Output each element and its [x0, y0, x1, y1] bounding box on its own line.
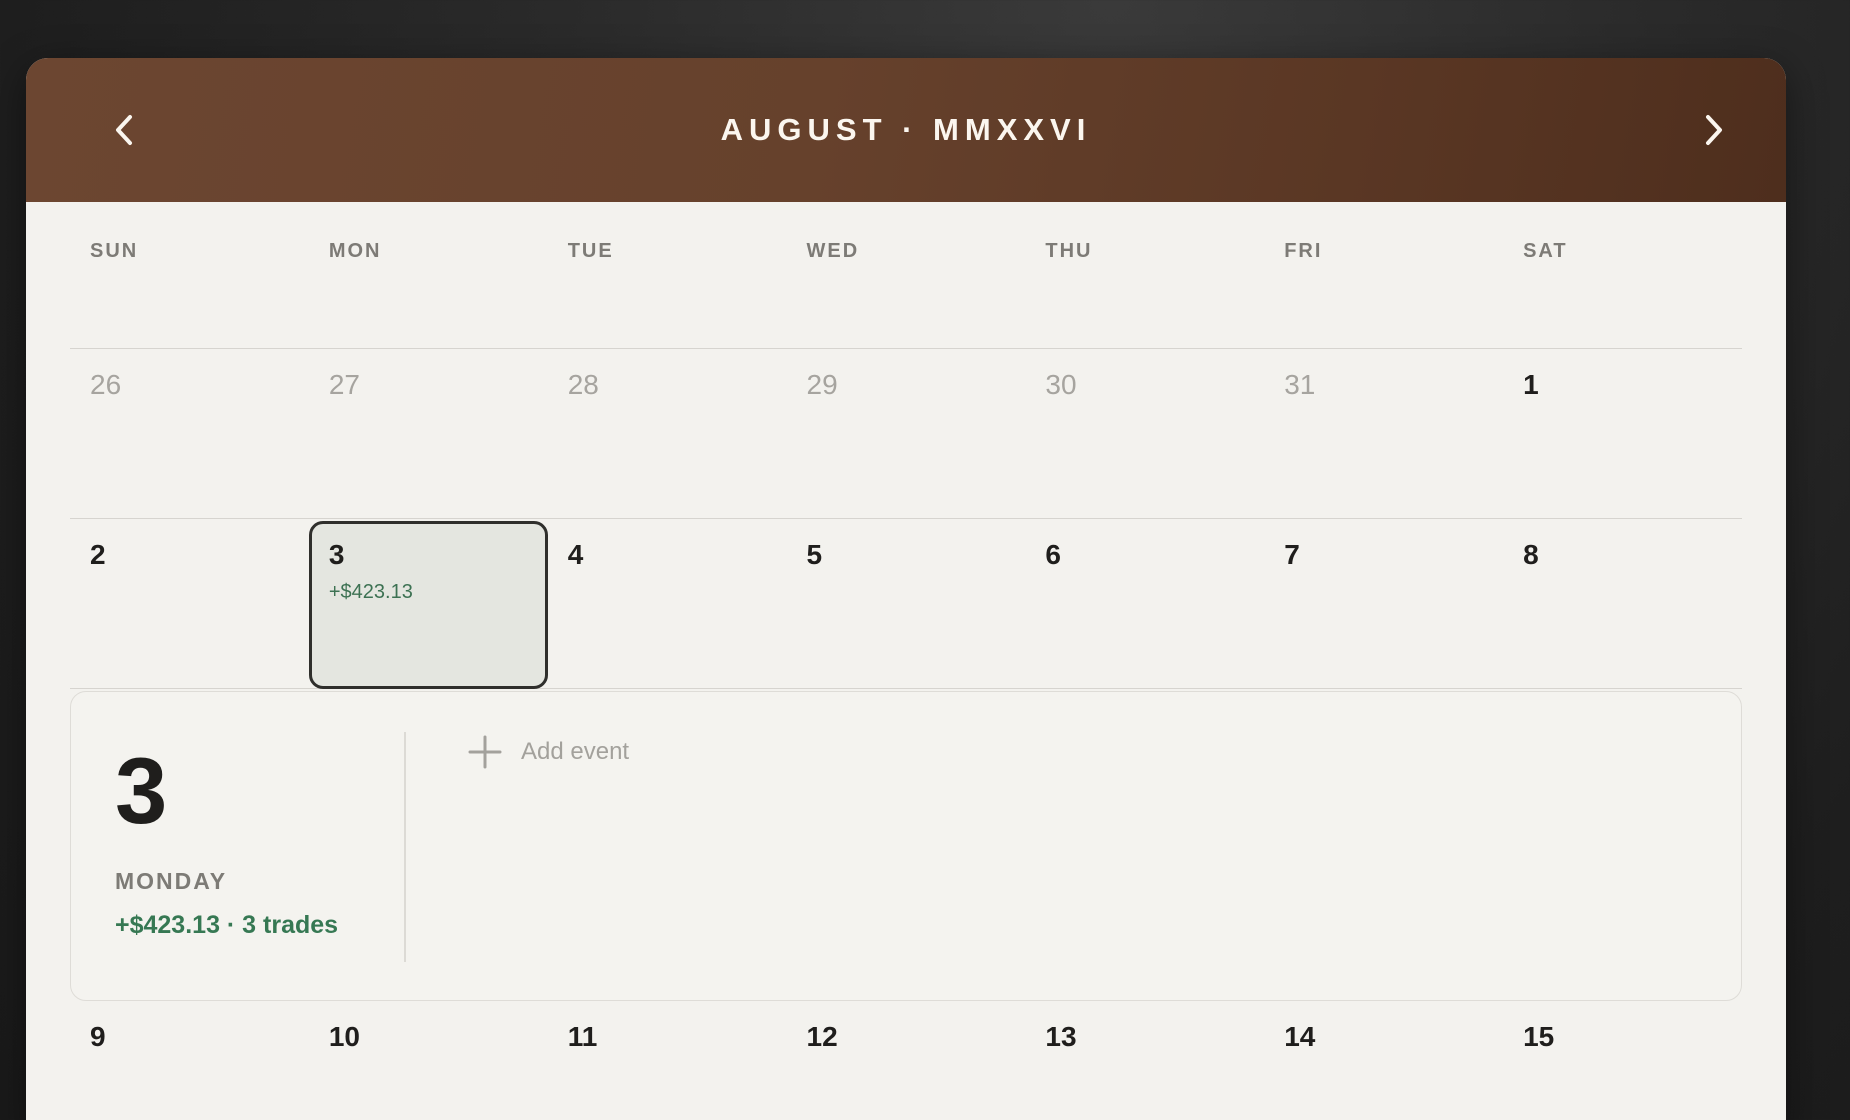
month-title: AUGUST · MMXXVI	[720, 112, 1092, 147]
day-number: 5	[806, 539, 823, 570]
day-cell[interactable]: 27	[309, 349, 548, 518]
week-row: 9 10 11 12 13 14 15	[70, 1001, 1742, 1120]
day-number: 31	[1284, 369, 1316, 400]
day-number: 15	[1523, 1021, 1555, 1052]
day-number: 29	[806, 369, 838, 400]
day-number: 4	[567, 539, 584, 570]
day-cell[interactable]: 10	[309, 1001, 548, 1120]
day-number: 2	[90, 539, 106, 570]
day-cell[interactable]: 4	[548, 519, 787, 688]
day-cell[interactable]: 30	[1025, 349, 1264, 518]
day-cell[interactable]: 9	[70, 1001, 309, 1120]
chevron-left-icon	[116, 115, 132, 145]
day-cell-selected[interactable]: 3 +$423.13	[308, 521, 548, 689]
day-cell[interactable]: 14	[1264, 1001, 1503, 1120]
day-number: 14	[1284, 1021, 1316, 1052]
week-row: 2 3 +$423.13 4 5 6 7 8	[70, 519, 1742, 689]
weekday-label: FRI	[1284, 240, 1323, 262]
day-number: 13	[1045, 1021, 1077, 1052]
day-cell[interactable]: 1	[1503, 349, 1742, 518]
prev-month-button[interactable]	[96, 102, 152, 158]
day-number: 1	[1523, 369, 1539, 400]
detail-pl-summary: +$423.13 · 3 trades	[115, 911, 339, 939]
day-cell[interactable]: 31	[1264, 349, 1503, 518]
day-cell[interactable]: 5	[787, 519, 1026, 688]
day-cell[interactable]: 29	[787, 349, 1026, 518]
weekday-header-row: SUN MON TUE WED THU FRI SAT	[70, 202, 1742, 349]
detail-weekday: MONDAY	[115, 868, 228, 894]
calendar-header: AUGUST · MMXXVI	[26, 58, 1786, 202]
calendar-card: AUGUST · MMXXVI SUN MON TUE WED THU FRI …	[26, 58, 1786, 1120]
day-number: 11	[567, 1021, 598, 1052]
day-cell[interactable]: 12	[787, 1001, 1026, 1120]
day-cell[interactable]: 7	[1264, 519, 1503, 688]
day-number: 27	[328, 369, 360, 400]
day-number: 8	[1523, 539, 1539, 570]
add-event-label: Add event	[521, 738, 630, 765]
weekday-label: MON	[328, 240, 382, 262]
day-number: 10	[328, 1021, 360, 1052]
day-cell[interactable]: 11	[548, 1001, 787, 1120]
day-cell[interactable]: 8	[1503, 519, 1742, 688]
day-detail-panel: 3 MONDAY +$423.13 · 3 trades Add event	[70, 691, 1742, 1001]
day-cell[interactable]: 26	[70, 349, 309, 518]
day-cell[interactable]: 2	[70, 519, 309, 688]
day-pl-value: +$423.13	[328, 581, 413, 603]
chevron-right-icon	[1706, 115, 1722, 145]
day-number: 28	[567, 369, 599, 400]
calendar-grid: SUN MON TUE WED THU FRI SAT 26 27 28 29 …	[70, 202, 1742, 1120]
weekday-label: SAT	[1523, 240, 1568, 262]
detail-day-number: 3	[115, 738, 168, 843]
day-number: 7	[1284, 539, 1300, 570]
day-cell[interactable]: 15	[1503, 1001, 1742, 1120]
day-cell[interactable]: 6	[1025, 519, 1264, 688]
plus-icon	[468, 735, 502, 769]
weekday-label: SUN	[90, 240, 139, 262]
day-number: 12	[806, 1021, 838, 1052]
weekday-label: THU	[1045, 240, 1093, 262]
day-cell[interactable]: 28	[548, 349, 787, 518]
add-event-button[interactable]: Add event	[467, 734, 629, 770]
day-number: 3	[328, 539, 345, 570]
day-number: 9	[90, 1021, 106, 1052]
week-row: 26 27 28 29 30 31 1	[70, 349, 1742, 519]
next-month-button[interactable]	[1686, 102, 1742, 158]
detail-divider	[404, 732, 406, 962]
day-number: 30	[1045, 369, 1077, 400]
day-detail-summary: 3 MONDAY +$423.13 · 3 trades	[115, 732, 405, 962]
day-cell[interactable]: 13	[1025, 1001, 1264, 1120]
day-number: 26	[90, 369, 122, 400]
day-number: 6	[1045, 539, 1061, 570]
weekday-label: TUE	[567, 240, 614, 262]
weekday-label: WED	[806, 240, 860, 262]
